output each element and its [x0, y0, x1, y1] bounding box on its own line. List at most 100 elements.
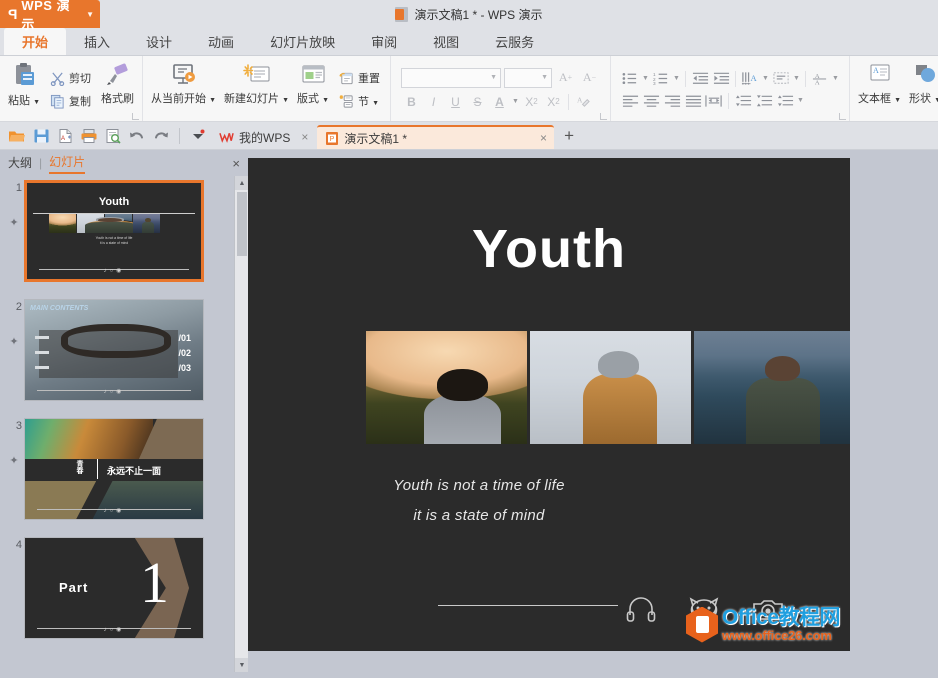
slide-photo-2[interactable] — [530, 331, 691, 444]
thumb-item-1: /01 — [178, 333, 191, 343]
export-pdf-button[interactable]: A — [54, 125, 76, 147]
tab-animation[interactable]: 动画 — [190, 28, 252, 55]
subscript-button[interactable]: X2 — [543, 92, 564, 112]
chevron-down-icon: ▼ — [541, 74, 548, 81]
clipboard-dialog-launcher[interactable] — [132, 113, 139, 120]
print-button[interactable] — [78, 125, 100, 147]
tab-design[interactable]: 设计 — [128, 28, 190, 55]
new-slide-button[interactable]: 新建幻灯片 ▼ — [220, 58, 293, 121]
chevron-down-icon[interactable]: ▼ — [641, 75, 650, 82]
chevron-down-icon[interactable]: ▼ — [796, 97, 805, 104]
slide-thumbnail-3[interactable]: 青春 永远不止一面 ♪○◉ — [24, 418, 204, 520]
numbering-button[interactable]: 123 — [651, 69, 671, 88]
increase-indent-button[interactable] — [711, 69, 731, 88]
chevron-down-icon[interactable]: ▼ — [86, 10, 94, 19]
scroll-down-arrow-icon[interactable]: ▼ — [235, 658, 248, 672]
tab-slideshow[interactable]: 幻灯片放映 — [252, 28, 353, 55]
section-button[interactable]: 节 ▼ — [335, 91, 384, 111]
copy-button[interactable]: 复制 — [46, 91, 95, 111]
text-direction-button[interactable]: A — [740, 69, 760, 88]
customize-quick-access-button[interactable] — [187, 125, 209, 147]
shapes-icon — [911, 62, 938, 88]
doc-tab-presentation1[interactable]: P 演示文稿1 * × — [317, 125, 554, 149]
app-badge[interactable]: P WPS 演示 ▼ — [0, 0, 100, 28]
close-icon[interactable]: × — [540, 131, 547, 145]
print-preview-button[interactable] — [102, 125, 124, 147]
chevron-down-icon[interactable]: ▼ — [761, 75, 770, 82]
list-item[interactable]: 4 Part 1 ♪○◉ — [0, 537, 234, 656]
justify-button[interactable] — [683, 91, 703, 110]
paragraph-dialog-launcher[interactable] — [839, 113, 846, 120]
slide-thumbnail-1[interactable]: Youth Youth is not a time of life it is … — [24, 180, 204, 282]
align-center-icon — [643, 94, 660, 108]
tab-view[interactable]: 视图 — [415, 28, 477, 55]
italic-button[interactable]: I — [423, 92, 444, 112]
export-pdf-icon: A — [57, 128, 74, 144]
bullets-button[interactable] — [620, 69, 640, 88]
chevron-down-icon[interactable]: ▼ — [792, 75, 801, 82]
font-dialog-launcher[interactable] — [600, 113, 607, 120]
align-left-button[interactable] — [620, 91, 640, 110]
close-icon[interactable]: × — [301, 130, 308, 144]
character-spacing-button[interactable]: A A — [810, 69, 830, 88]
strikethrough-button[interactable]: S — [467, 92, 488, 112]
slide-photo-3[interactable] — [694, 331, 850, 444]
grow-font-button[interactable]: A+ — [555, 68, 576, 88]
tab-cloud[interactable]: 云服务 — [477, 28, 552, 55]
slide-photo-strip[interactable] — [366, 331, 850, 444]
slide-title[interactable]: Youth — [248, 218, 850, 280]
sidebar-scrollbar[interactable]: ▲ ▼ — [234, 176, 248, 672]
scroll-up-arrow-icon[interactable]: ▲ — [235, 176, 248, 190]
undo-button[interactable] — [126, 125, 148, 147]
from-current-slide-button[interactable]: 从当前开始 ▼ — [147, 58, 220, 121]
doc-tab-my-wps[interactable]: 我的WPS × — [211, 125, 315, 149]
cut-button[interactable]: 剪切 — [46, 68, 95, 88]
decrease-line-spacing-button[interactable] — [754, 91, 774, 110]
bold-button[interactable]: B — [401, 92, 422, 112]
slide-thumbnail-2[interactable]: MAIN CONTENTS /01 /02 /03 ♪○◉ — [24, 299, 204, 401]
underline-button[interactable]: U — [445, 92, 466, 112]
line-spacing-button[interactable] — [775, 91, 795, 110]
character-spacing-icon: A A — [812, 71, 828, 86]
list-item[interactable]: 3 ✦ 青春 永远不止一面 ♪○◉ — [0, 418, 234, 537]
textbox-button[interactable]: A 文本框 ▼ — [854, 58, 905, 121]
tab-review[interactable]: 审阅 — [353, 28, 415, 55]
close-icon[interactable]: × — [232, 156, 240, 171]
new-tab-button[interactable]: + — [556, 126, 582, 146]
font-name-combo[interactable]: ▼ — [401, 68, 501, 88]
shapes-button[interactable]: 形状 ▼ — [905, 58, 938, 121]
paste-button[interactable]: 粘贴 ▼ — [4, 58, 44, 121]
increase-line-spacing-button[interactable] — [733, 91, 753, 110]
align-center-button[interactable] — [641, 91, 661, 110]
presentation-file-icon: P — [325, 131, 339, 146]
chevron-down-icon[interactable]: ▼ — [511, 98, 520, 105]
slide-thumbnail-4[interactable]: Part 1 ♪○◉ — [24, 537, 204, 639]
decrease-indent-button[interactable] — [690, 69, 710, 88]
copy-icon — [50, 94, 65, 109]
chevron-down-icon[interactable]: ▼ — [672, 75, 681, 82]
format-painter-button[interactable]: 格式刷 — [97, 58, 138, 121]
sidebar-tab-outline[interactable]: 大纲 — [8, 154, 32, 173]
reset-button[interactable]: 重置 — [335, 68, 384, 88]
chevron-down-icon[interactable]: ▼ — [831, 75, 840, 82]
clear-format-button[interactable]: A — [573, 92, 594, 112]
list-item[interactable]: 1 ✦ Youth Youth is not a time of life it… — [0, 180, 234, 299]
current-slide[interactable]: Youth Youth is not a time of life it is … — [248, 158, 850, 651]
redo-button[interactable] — [150, 125, 172, 147]
layout-button[interactable]: 版式 ▼ — [293, 58, 333, 121]
shrink-font-button[interactable]: A− — [579, 68, 600, 88]
font-color-button[interactable]: A — [489, 92, 510, 112]
scrollbar-thumb[interactable] — [237, 192, 247, 256]
distribute-button[interactable] — [704, 91, 724, 110]
align-right-button[interactable] — [662, 91, 682, 110]
list-item[interactable]: 2 ✦ MAIN CONTENTS /01 /02 /03 — [0, 299, 234, 418]
superscript-button[interactable]: X2 — [521, 92, 542, 112]
sidebar-tab-slides[interactable]: 幻灯片 — [49, 153, 85, 174]
font-size-combo[interactable]: ▼ — [504, 68, 552, 88]
slide-subtitle[interactable]: Youth is not a time of life it is a stat… — [248, 471, 850, 531]
align-text-button[interactable] — [771, 69, 791, 88]
slide-photo-1[interactable] — [366, 331, 527, 444]
save-button[interactable] — [30, 125, 52, 147]
open-button[interactable] — [6, 125, 28, 147]
ribbon-toolbar: 粘贴 ▼ 剪切 复制 — [0, 56, 938, 122]
